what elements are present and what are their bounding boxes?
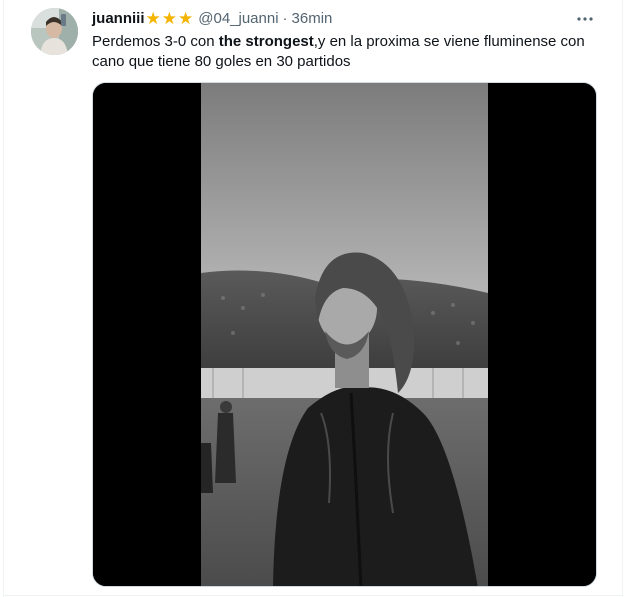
star-icon: ★ [161,9,177,28]
star-icon: ★ [178,9,194,28]
video-frame [93,83,596,586]
more-options-button[interactable] [574,8,596,30]
more-options-icon [577,17,593,21]
divider [3,0,4,597]
avatar-image [31,8,78,55]
tweet-header: juanniii ★ ★ ★ @04_juanni · 36min [92,9,332,29]
tweet-text: Perdemos 3-0 con the strongest,y en la p… [92,32,604,72]
timestamp[interactable]: 36min [292,9,333,29]
tweet-video[interactable] [92,82,597,587]
divider [622,0,623,597]
tweet-text-bold: the strongest [218,33,314,50]
tweet-text-part: Perdemos 3-0 con [92,33,219,50]
avatar[interactable] [31,8,78,55]
user-handle[interactable]: @04_juanni [198,9,278,29]
star-icon: ★ [145,9,161,28]
tweet-card[interactable]: juanniii ★ ★ ★ @04_juanni · 36min Perdem… [0,0,626,597]
divider [3,595,623,596]
display-name[interactable]: juanniii [92,9,145,29]
separator-dot: · [282,10,288,27]
star-emojis: ★ ★ ★ [146,9,195,29]
